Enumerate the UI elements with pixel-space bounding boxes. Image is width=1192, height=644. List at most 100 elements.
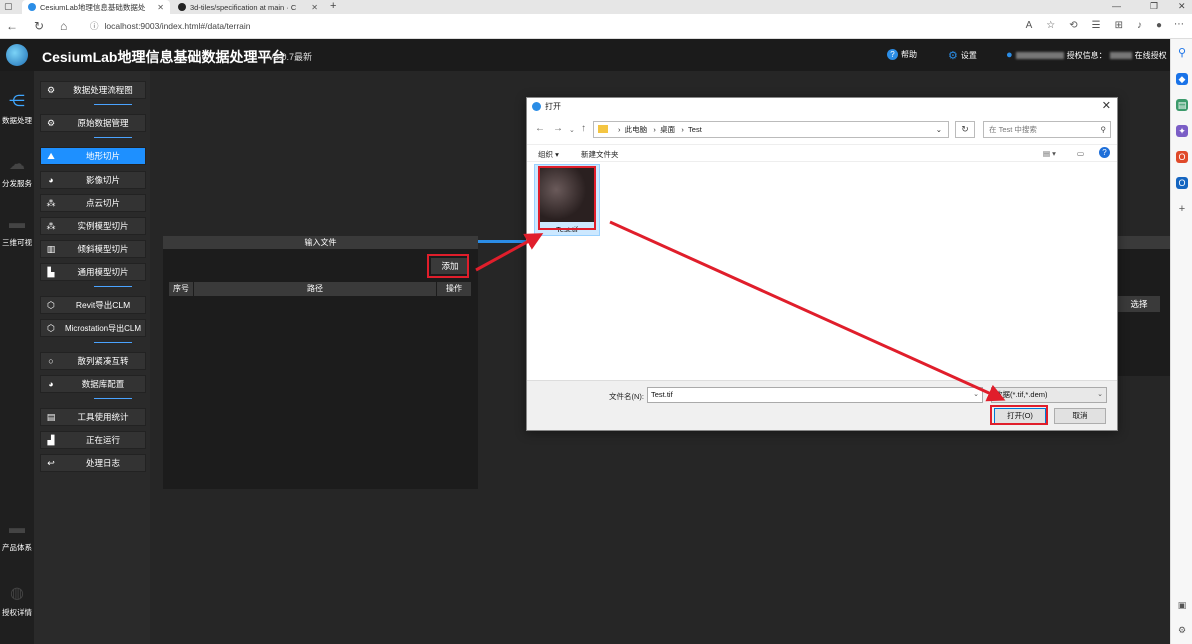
chevron-down-icon[interactable]: ⌄ xyxy=(936,122,942,137)
menu-item-stats[interactable]: ▤ 工具使用统计 xyxy=(40,408,146,426)
extensions-icon[interactable]: ⟲ xyxy=(1069,20,1077,31)
filename-input[interactable]: Test.tif ⌄ xyxy=(647,387,983,403)
hex-icon: ⬡ xyxy=(47,299,55,310)
breadcrumb-item-desktop[interactable]: 桌面 xyxy=(660,125,675,134)
column-header-action: 操作 xyxy=(437,282,471,296)
cancel-button[interactable]: 取消 xyxy=(1054,408,1106,424)
menu-divider xyxy=(94,104,132,105)
preview-pane-icon[interactable]: ▭ xyxy=(1077,149,1084,158)
menu-item-convert[interactable]: ○ 散列紧凑互转 xyxy=(40,352,146,370)
home-icon[interactable]: ⌂ xyxy=(60,19,67,33)
refresh-icon[interactable]: ↻ xyxy=(955,121,975,138)
return-icon: ↩ xyxy=(47,457,55,468)
close-icon[interactable]: ✕ xyxy=(157,3,164,12)
breadcrumb-sep: › xyxy=(677,125,689,134)
app-version: V3.0.7最新 xyxy=(268,52,313,62)
split-icon[interactable]: ▣ xyxy=(1176,599,1188,611)
nodes-icon: ⁂ xyxy=(46,220,56,231)
breadcrumb-sep: › xyxy=(649,125,661,134)
tab-actions-icon[interactable]: ▢ xyxy=(4,1,13,12)
license-info[interactable]: ● 授权信息： 在线授权 xyxy=(1006,49,1167,61)
breadcrumb-item-test[interactable]: Test xyxy=(688,125,702,134)
menu-item-running[interactable]: ▟ 正在运行 xyxy=(40,431,146,449)
gear-icon: ⚙ xyxy=(948,50,958,62)
menu-item-revit[interactable]: ⬡ Revit导出CLM xyxy=(40,296,146,314)
menu-item-instance-model[interactable]: ⁂ 实例模型切片 xyxy=(40,217,146,235)
leftnav-item-distribute[interactable]: ☁ 分发服务 xyxy=(0,156,34,189)
select-button[interactable]: 选择 xyxy=(1118,296,1160,312)
menu-item-imagery[interactable]: ◕ 影像切片 xyxy=(40,171,146,189)
read-aloud-icon[interactable]: A xyxy=(1026,20,1033,31)
help-icon[interactable]: ? xyxy=(1099,147,1110,158)
up-icon[interactable]: ↑ xyxy=(581,123,586,134)
leftnav-label: 数据处理 xyxy=(2,116,32,125)
new-tab-icon[interactable]: + xyxy=(330,0,336,12)
view-options-icon[interactable]: ▤ ▾ xyxy=(1043,149,1056,158)
outlook-icon[interactable]: O xyxy=(1176,177,1188,189)
more-icon[interactable]: ⋯ xyxy=(1174,19,1184,30)
settings-button[interactable]: ⚙ 设置 xyxy=(948,49,977,62)
3d-view-icon: ▬ xyxy=(9,215,25,232)
minimize-icon[interactable]: — xyxy=(1112,1,1121,11)
menu-item-oblique-model[interactable]: ▥ 倾斜模型切片 xyxy=(40,240,146,258)
chevron-down-icon[interactable]: ⌄ xyxy=(973,388,979,402)
collections-icon[interactable]: ⊞ xyxy=(1115,20,1123,31)
right-panel: 选择 xyxy=(1118,236,1170,376)
user-icon: ● xyxy=(1006,49,1013,61)
office-icon[interactable]: O xyxy=(1176,151,1188,163)
breadcrumb-item-pc[interactable]: 此电脑 xyxy=(625,125,648,134)
file-highlight xyxy=(538,166,596,230)
edge-sidebar: ⚲ ◆ ▤ ✦ O O + ▣ ⚙ xyxy=(1170,39,1192,644)
product-icon: ▬ xyxy=(9,520,25,537)
favorites-icon[interactable]: ☰ xyxy=(1092,20,1101,31)
back-icon[interactable]: ← xyxy=(535,123,545,134)
tab-3d-tiles[interactable]: 3d-tiles/specification at main · C ✕ xyxy=(172,0,324,14)
recent-dropdown-icon[interactable]: ⌄ xyxy=(569,126,575,134)
menu-item-general-model[interactable]: ▙ 通用模型切片 xyxy=(40,263,146,281)
add-icon[interactable]: + xyxy=(1176,203,1188,215)
favorite-icon[interactable]: ☆ xyxy=(1046,20,1055,31)
menu-item-pointcloud[interactable]: ⁂ 点云切片 xyxy=(40,194,146,212)
tab-label: CesiumLab地理信息基础数据处 xyxy=(40,2,146,12)
organize-menu[interactable]: 组织 ▾ xyxy=(538,149,559,160)
menu-item-flowchart[interactable]: ⚙ 数据处理流程图 xyxy=(40,81,146,99)
menu-item-database[interactable]: ◕ 数据库配置 xyxy=(40,375,146,393)
games-icon[interactable]: ✦ xyxy=(1176,125,1188,137)
close-icon[interactable]: ✕ xyxy=(1102,99,1111,112)
settings-icon[interactable]: ⚙ xyxy=(1176,624,1188,636)
new-folder-button[interactable]: 新建文件夹 xyxy=(581,149,619,160)
menu-item-log[interactable]: ↩ 处理日志 xyxy=(40,454,146,472)
filename-value: Test.tif xyxy=(651,390,673,399)
search-icon[interactable]: ⚲ xyxy=(1176,47,1188,59)
building-icon: ▥ xyxy=(46,243,56,254)
tools-icon[interactable]: ▤ xyxy=(1176,99,1188,111)
leftnav-item-license[interactable]: ◍ 授权详情 xyxy=(0,585,34,618)
help-button[interactable]: ? 帮助 xyxy=(887,49,917,60)
address-bar[interactable]: ⓘ localhost:9003/index.html#/data/terrain xyxy=(90,18,320,34)
doc-icon: ▤ xyxy=(46,411,56,422)
address-breadcrumb[interactable]: › 此电脑 › 桌面 › Test ⌄ xyxy=(593,121,949,138)
bell-icon[interactable]: ♪ xyxy=(1137,20,1142,31)
leftnav-label: 产品体系 xyxy=(2,543,32,552)
back-icon[interactable]: ← xyxy=(6,19,18,33)
menu-item-terrain[interactable]: ⛰ 地形切片 xyxy=(40,147,146,165)
shopping-icon[interactable]: ◆ xyxy=(1176,73,1188,85)
forward-icon[interactable]: → xyxy=(553,123,563,134)
refresh-icon[interactable]: ↻ xyxy=(34,19,44,33)
filetype-select[interactable]: 数据(*.tif,*.dem) ⌄ xyxy=(991,387,1107,403)
leftnav-item-3d-view[interactable]: ▬ 三维可视 xyxy=(0,215,34,248)
leftnav-label: 三维可视 xyxy=(2,238,32,247)
help-label: 帮助 xyxy=(901,50,917,59)
info-icon: ⓘ xyxy=(90,21,99,31)
close-icon[interactable]: ✕ xyxy=(311,3,318,12)
menu-item-raw-data[interactable]: ⚙ 原始数据管理 xyxy=(40,114,146,132)
window-close-icon[interactable]: ✕ xyxy=(1178,1,1186,12)
profile-icon[interactable]: ● xyxy=(1156,20,1162,31)
search-input[interactable]: 在 Test 中搜索 ⚲ xyxy=(983,121,1111,138)
tab-label: 3d-tiles/specification at main · C xyxy=(190,2,297,12)
leftnav-item-product[interactable]: ▬ 产品体系 xyxy=(0,520,34,553)
restore-icon[interactable]: ❐ xyxy=(1150,1,1158,12)
menu-item-microstation[interactable]: ⬡ Microstation导出CLM xyxy=(40,319,146,337)
tab-cesiumlab[interactable]: CesiumLab地理信息基础数据处 ✕ xyxy=(22,0,170,14)
leftnav-item-data-process[interactable]: ⋲ 数据处理 xyxy=(0,93,34,126)
